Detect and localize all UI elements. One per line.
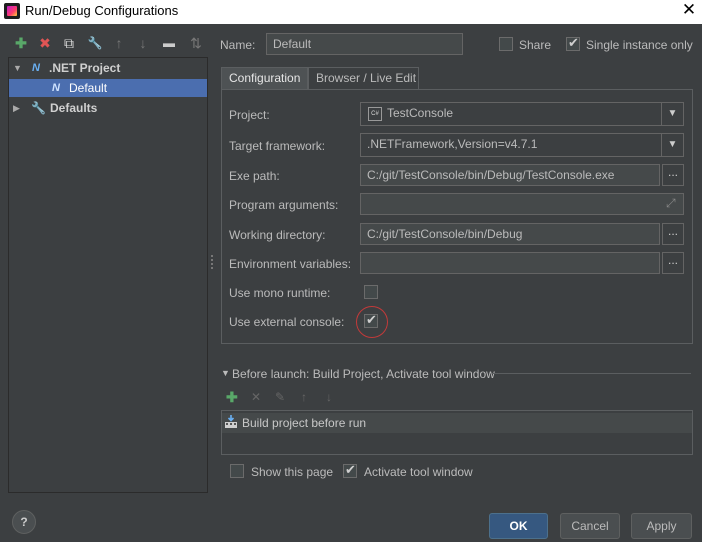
show-page-label: Show this page (251, 465, 334, 479)
add-task-icon[interactable]: ✚ (226, 389, 238, 406)
copy-icon[interactable]: ⧉ (59, 33, 79, 53)
remove-task-icon[interactable]: ✕ (251, 390, 261, 404)
target-framework-label: Target framework: (229, 139, 326, 153)
close-button[interactable]: ✕ (676, 0, 702, 22)
wrench-icon: 🔧 (31, 101, 46, 115)
environment-variables-label: Environment variables: (229, 257, 352, 271)
exe-path-label: Exe path: (229, 169, 280, 183)
activate-tool-window-checkbox[interactable] (343, 462, 357, 478)
edit-environment-variables-button[interactable]: ... (662, 252, 684, 274)
tree-item-label: .NET Project (49, 61, 121, 75)
name-field[interactable]: Default (266, 33, 463, 55)
mono-runtime-checkbox[interactable] (364, 285, 378, 299)
show-page-checkbox[interactable] (230, 464, 244, 478)
help-button[interactable]: ? (12, 510, 36, 534)
target-framework-dropdown[interactable]: .NETFramework,Version=v4.7.1 ▼ (360, 133, 684, 157)
project-label: Project: (229, 108, 270, 122)
exe-path-field[interactable]: C:/git/TestConsole/bin/Debug/TestConsole… (360, 164, 660, 186)
move-down-icon[interactable]: ↓ (133, 33, 153, 53)
tree-item-label: Defaults (50, 101, 98, 115)
splitter-handle[interactable] (211, 255, 214, 271)
mono-runtime-label: Use mono runtime: (229, 286, 331, 300)
program-arguments-label: Program arguments: (229, 198, 339, 212)
edit-task-icon[interactable]: ✎ (275, 390, 285, 404)
before-launch-list[interactable]: Build project before run (221, 410, 693, 455)
dotnet-icon: N (32, 62, 40, 74)
window-title: Run/Debug Configurations (25, 3, 179, 18)
configuration-tree[interactable]: ▼ N .NET Project N Default ▶ 🔧 Defaults (8, 57, 208, 493)
csharp-project-icon: C# (368, 107, 382, 121)
folder-icon[interactable]: ▬ (159, 33, 179, 53)
tree-item-default[interactable]: N Default (9, 79, 207, 97)
build-task-label: Build project before run (242, 416, 367, 430)
tree-item-label: Default (69, 81, 108, 95)
single-instance-checkbox[interactable] (566, 35, 580, 51)
ok-button[interactable]: OK (489, 513, 548, 539)
tab-configuration[interactable]: Configuration (221, 67, 308, 90)
tree-item-net-project[interactable]: ▼ N .NET Project (9, 59, 207, 77)
move-up-icon[interactable]: ↑ (109, 33, 129, 53)
remove-icon[interactable]: ✖ (35, 33, 55, 53)
expanded-arrow-icon[interactable]: ▼ (13, 59, 22, 77)
working-directory-field[interactable]: C:/git/TestConsole/bin/Debug (360, 223, 660, 245)
build-icon (224, 415, 238, 429)
collapsed-arrow-icon[interactable]: ▶ (13, 99, 20, 117)
add-icon[interactable]: ✚ (11, 33, 31, 53)
browse-working-directory-button[interactable]: ... (662, 223, 684, 245)
program-arguments-field[interactable] (360, 193, 684, 215)
cancel-button[interactable]: Cancel (560, 513, 620, 539)
list-item[interactable]: Build project before run (222, 413, 692, 433)
activate-tool-window-label: Activate tool window (364, 465, 473, 479)
name-label: Name: (220, 38, 256, 52)
share-label: Share (519, 38, 552, 52)
environment-variables-field[interactable] (360, 252, 660, 274)
share-checkbox[interactable] (499, 37, 513, 51)
before-launch-header[interactable]: Before launch: Build Project, Activate t… (232, 367, 495, 381)
configuration-panel (221, 89, 693, 344)
before-launch-separator (492, 373, 691, 374)
apply-button[interactable]: Apply (631, 513, 692, 539)
wrench-icon[interactable]: 🔧 (85, 33, 105, 53)
working-directory-label: Working directory: (229, 228, 326, 242)
single-instance-label: Single instance only (586, 38, 693, 52)
target-framework-value: .NETFramework,Version=v4.7.1 (367, 137, 538, 151)
move-task-up-icon[interactable]: ↑ (301, 390, 307, 404)
title-bar: Run/Debug Configurations ✕ (0, 0, 702, 24)
sort-icon[interactable]: ⇅ (186, 33, 206, 53)
dotnet-icon: N (52, 82, 60, 94)
tree-toolbar: ✚ ✖ ⧉ 🔧 ↑ ↓ ▬ ⇅ (9, 33, 207, 55)
collapse-arrow-icon[interactable]: ▼ (221, 368, 230, 378)
external-console-label: Use external console: (229, 315, 345, 329)
expand-icon[interactable]: ⤢ (666, 196, 676, 211)
tree-item-defaults[interactable]: ▶ 🔧 Defaults (9, 99, 207, 117)
move-task-down-icon[interactable]: ↓ (326, 390, 332, 404)
highlight-circle-annotation (356, 306, 388, 338)
project-value: TestConsole (387, 106, 454, 120)
browse-exe-button[interactable]: ... (662, 164, 684, 186)
chevron-down-icon[interactable]: ▼ (661, 103, 683, 125)
chevron-down-icon[interactable]: ▼ (661, 134, 683, 156)
rider-app-icon (4, 3, 20, 19)
project-dropdown[interactable]: C# TestConsole ▼ (360, 102, 684, 126)
tab-browser-live-edit[interactable]: Browser / Live Edit (308, 67, 419, 90)
